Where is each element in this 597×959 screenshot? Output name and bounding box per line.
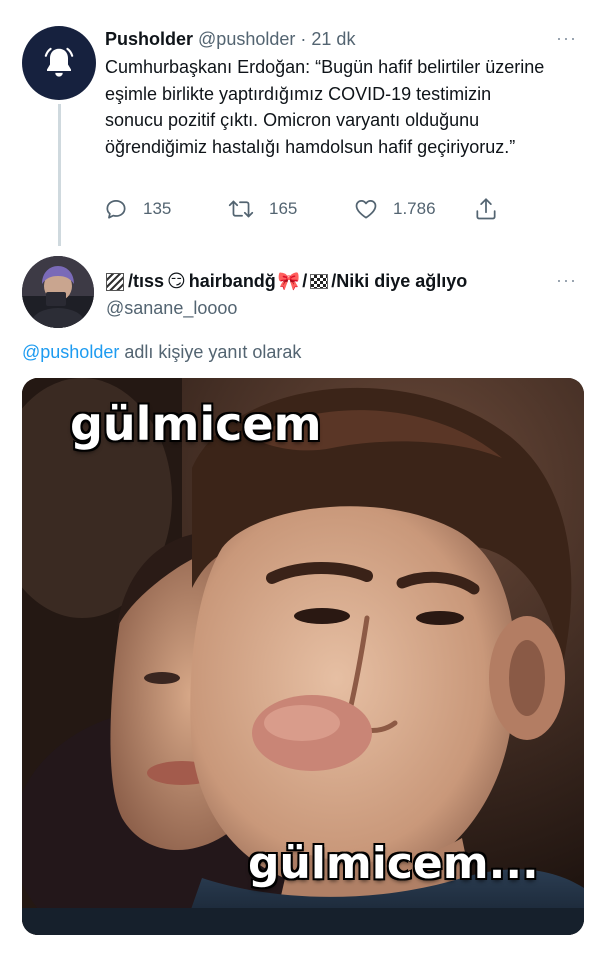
meme-caption-bottom: gülmicem... <box>248 838 539 889</box>
retweet-button[interactable]: 165 <box>227 194 297 224</box>
sanane-avatar[interactable] <box>22 256 94 328</box>
original-tweet[interactable]: Pusholder @pusholder · 21 dk ··· Cumhurb… <box>0 0 597 246</box>
retweet-icon <box>228 200 254 218</box>
author-name[interactable]: Pusholder <box>105 29 193 49</box>
heart-icon <box>355 200 377 219</box>
thread-connector-line <box>58 104 61 246</box>
like-button[interactable]: 1.786 <box>353 194 436 224</box>
tweet-timestamp[interactable]: 21 dk <box>311 29 355 49</box>
meme-image[interactable]: gülmicem gülmicem... <box>22 378 584 935</box>
share-icon <box>476 198 496 220</box>
reply-to-text: adlı kişiye yanıt olarak <box>119 342 302 362</box>
tweet-text: Cumhurbaşkanı Erdoğan: “Bugün hafif beli… <box>105 57 545 157</box>
reply-author-handle[interactable]: @sanane_loooo <box>106 297 237 319</box>
tweet-more-button[interactable]: ··· <box>556 28 577 49</box>
pusholder-avatar[interactable] <box>22 26 96 100</box>
tweet-actions: 135 165 1.786 <box>103 194 503 224</box>
name-part-1: /tıss <box>128 271 165 291</box>
reply-author-name[interactable]: /tıss 😏 hairbandğ 🎀 / /Niki diye ağlıyo <box>106 270 467 292</box>
share-button[interactable] <box>473 194 499 224</box>
reply-button[interactable]: 135 <box>103 194 171 224</box>
header-separator: · <box>300 29 307 49</box>
reply-icon <box>106 200 126 219</box>
ribbon-bow-icon: 🎀 <box>277 271 301 291</box>
reply-count: 135 <box>143 199 172 218</box>
like-count: 1.786 <box>393 199 436 218</box>
meme-caption-top: gülmicem <box>70 397 322 451</box>
replying-to-line: @pusholder adlı kişiye yanıt olarak <box>22 341 301 363</box>
checkered-flag-icon <box>310 273 329 289</box>
reply-to-mention-link[interactable]: @pusholder <box>22 342 119 362</box>
retweet-count: 165 <box>269 199 298 218</box>
tweet-header: Pusholder @pusholder · 21 dk <box>105 28 355 50</box>
name-part-2: hairbandğ <box>188 271 276 291</box>
bell-icon <box>44 47 74 77</box>
clapper-board-icon <box>106 273 124 291</box>
author-handle[interactable]: @pusholder <box>198 29 295 49</box>
name-part-3: / <box>302 271 308 291</box>
reply-more-button[interactable]: ··· <box>556 270 577 291</box>
smirk-emoji-icon: 😏 <box>167 271 186 291</box>
user-photo <box>22 256 94 328</box>
name-part-4: /Niki diye ağlıyo <box>331 271 468 291</box>
